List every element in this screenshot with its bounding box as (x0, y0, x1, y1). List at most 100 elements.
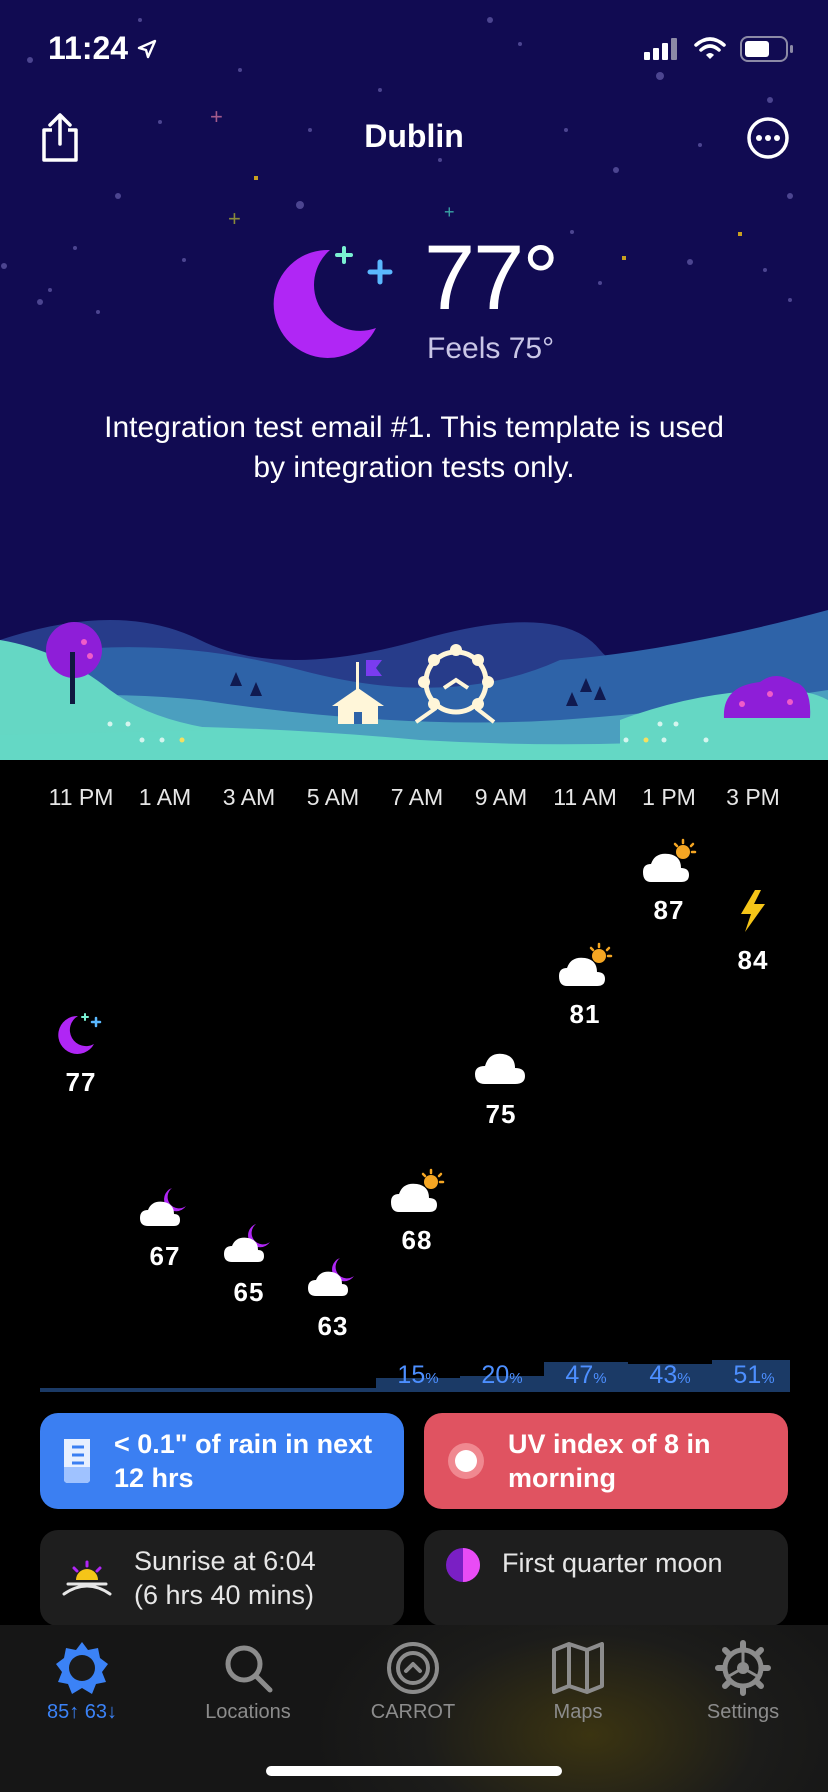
sun-icon (56, 1642, 108, 1694)
hour-label: 1 AM (138, 784, 192, 810)
tab-label: CARROT (370, 1701, 456, 1723)
sky-background: + + + (0, 0, 828, 760)
hourly-temp: 77 (65, 1067, 97, 1097)
precip-unit: % (761, 1370, 775, 1387)
hourly-point: 81 (540, 942, 630, 1030)
precip-value: 47 (565, 1361, 594, 1389)
wifi-icon (694, 37, 726, 59)
tab-label: Locations (205, 1701, 291, 1723)
tab-label: 85↑ 63↓ (46, 1701, 118, 1723)
tab-locations[interactable]: Locations (173, 1635, 323, 1724)
precip-chance: 43% (628, 1358, 712, 1392)
ellipsis-icon (747, 117, 789, 159)
sunrise-time: Sunrise at 6:04 (134, 1546, 316, 1576)
precip-value: 51 (733, 1361, 762, 1389)
cloud-moon-icon (140, 1188, 186, 1226)
cloud-sun-icon (391, 1168, 445, 1212)
tab-label: Maps (553, 1701, 603, 1723)
hourly-point: 75 (456, 1044, 546, 1130)
hourly-temp: 81 (569, 999, 601, 1029)
precip-value: 43 (649, 1361, 678, 1389)
feels-like-temperature: Feels 75° (427, 332, 555, 365)
precip-value: 20 (481, 1361, 510, 1389)
tab-label: Settings (706, 1701, 780, 1723)
cloud-moon-icon (224, 1224, 270, 1262)
current-temperature: 77° (424, 227, 559, 329)
moon-phase-icon (446, 1548, 480, 1582)
hour-label: 7 AM (390, 784, 444, 810)
moon-phase-card[interactable]: First quarter moon (424, 1530, 788, 1626)
daylight-remaining: (6 hrs 40 mins) (134, 1580, 315, 1610)
precip-chance: 20% (460, 1358, 544, 1392)
hour-label: 11 AM (553, 784, 617, 810)
hourly-point: 77 (36, 1012, 126, 1098)
home-indicator (266, 1766, 562, 1776)
hourly-time-labels: 11 PM 1 AM 3 AM 5 AM 7 AM 9 AM 11 AM 1 P… (40, 784, 790, 818)
more-options-button[interactable] (740, 110, 796, 166)
moon-stars-icon (273, 246, 393, 358)
location-arrow-icon (137, 39, 157, 58)
rain-summary: < 0.1" of rain in next 12 hrs (114, 1429, 373, 1493)
hour-label: 1 PM (642, 784, 696, 810)
precip-unit: % (509, 1370, 523, 1387)
precip-unit: % (425, 1370, 439, 1387)
hourly-point: 63 (288, 1254, 378, 1342)
stars-decoration: + + + (0, 17, 828, 760)
tab-forecast[interactable]: 85↑ 63↓ (7, 1635, 157, 1724)
lightning-icon (741, 890, 765, 932)
weather-summary: Integration test email #1. This template… (104, 411, 724, 484)
map-icon (552, 1642, 604, 1694)
svg-text:+: + (228, 206, 241, 231)
hourly-temp: 63 (317, 1311, 349, 1341)
cloud-moon-icon (308, 1258, 354, 1296)
cloud-sun-icon (559, 942, 613, 986)
hourly-temp: 87 (653, 895, 685, 925)
status-time: 11:24 (48, 30, 158, 67)
hourly-point: 65 (204, 1220, 294, 1308)
sunrise-text: Sunrise at 6:04 (6 hrs 40 mins) (134, 1544, 316, 1612)
battery-icon (740, 36, 793, 62)
rain-gauge-icon (64, 1439, 90, 1483)
precip-chance: 51% (712, 1358, 796, 1392)
svg-text:+: + (444, 202, 455, 222)
rain-card[interactable]: < 0.1" of rain in next 12 hrs (40, 1413, 404, 1509)
hourly-point: 68 (372, 1168, 462, 1256)
hourly-point: 67 (120, 1184, 210, 1272)
hourly-point: 84 (708, 888, 798, 976)
precip-unit: % (677, 1370, 691, 1387)
precip-chance: 15% (376, 1358, 460, 1392)
carrot-icon (387, 1642, 439, 1694)
sunrise-card[interactable]: Sunrise at 6:04 (6 hrs 40 mins) (40, 1530, 404, 1626)
precip-unit: % (593, 1370, 607, 1387)
hour-label: 3 AM (222, 784, 276, 810)
cloud-sun-icon (643, 838, 697, 882)
city-title: Dublin (364, 118, 464, 154)
hourly-temp: 65 (233, 1277, 265, 1307)
hourly-temp: 75 (485, 1099, 517, 1129)
search-icon (225, 1645, 273, 1693)
hourly-temp: 67 (149, 1241, 181, 1271)
precip-chance: 47% (544, 1358, 628, 1392)
hour-label: 11 PM (48, 784, 114, 810)
gear-icon (715, 1640, 771, 1696)
hour-label: 9 AM (474, 784, 528, 810)
precip-value: 15 (397, 1361, 426, 1389)
hourly-temp: 68 (401, 1225, 433, 1255)
moon-stars-icon (58, 1013, 102, 1054)
tab-carrot[interactable]: CARROT (338, 1635, 488, 1724)
uv-summary: UV index of 8 in morning (508, 1429, 711, 1493)
tab-maps[interactable]: Maps (503, 1635, 653, 1724)
hourly-point: 87 (624, 838, 714, 926)
sunrise-icon (62, 1560, 112, 1596)
hourly-temp: 84 (737, 945, 769, 975)
moon-phase-text: First quarter moon (502, 1548, 723, 1578)
hour-label: 3 PM (726, 784, 780, 810)
status-bar: 11:24 (0, 0, 828, 100)
uv-sun-icon (448, 1443, 484, 1479)
cellular-signal-icon (644, 38, 677, 60)
cloud-icon (475, 1053, 525, 1084)
status-time-text: 11:24 (48, 30, 129, 66)
tab-settings[interactable]: Settings (668, 1635, 818, 1724)
hour-label: 5 AM (306, 784, 360, 810)
uv-card[interactable]: UV index of 8 in morning (424, 1413, 788, 1509)
